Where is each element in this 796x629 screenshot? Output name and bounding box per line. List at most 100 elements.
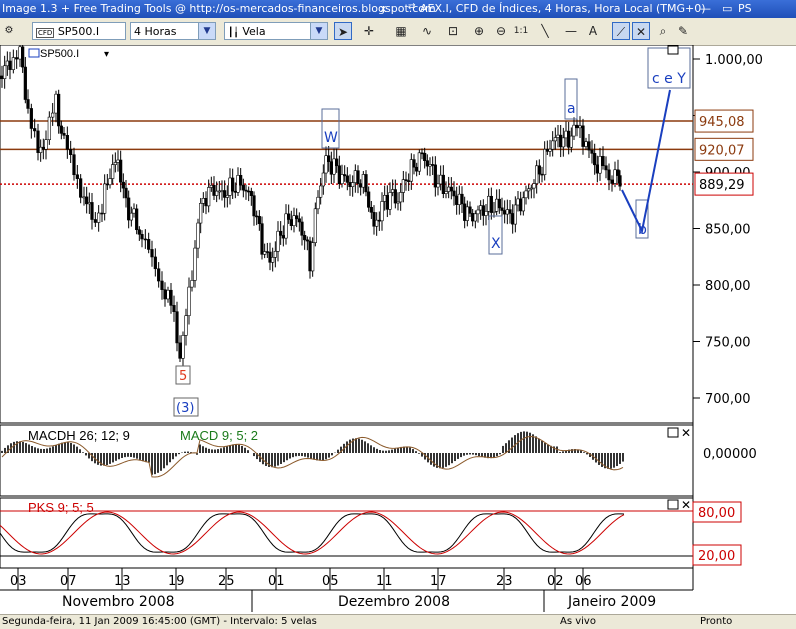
candle-body <box>90 202 94 220</box>
text-tool-icon[interactable]: A <box>584 22 602 40</box>
candle-body <box>263 251 267 255</box>
candle-body <box>276 230 280 252</box>
chart-type-value: Vela <box>242 25 266 38</box>
candle-body <box>69 148 73 155</box>
left-close-button[interactable]: x <box>380 2 387 15</box>
status-bar: Segunda-feira, 11 Jan 2009 16:45:00 (GMT… <box>0 614 796 629</box>
symbol-select[interactable]: CFD SP500.I <box>32 22 126 40</box>
candle-body <box>51 112 55 118</box>
candle-body <box>481 205 485 216</box>
candle-body <box>340 174 344 185</box>
chevron-down-icon: ▼ <box>310 23 327 39</box>
candle-body <box>409 159 413 182</box>
candle-body <box>163 289 167 300</box>
pks-panel[interactable] <box>0 497 694 569</box>
candle-body <box>516 198 520 206</box>
x-axis-months: Novembro 2008 Dezembro 2008 Janeiro 2009 <box>62 590 656 612</box>
candle-body <box>372 212 376 227</box>
brush-icon[interactable]: ✎ <box>674 22 692 40</box>
candle-body <box>297 218 301 223</box>
candle-body <box>11 57 15 70</box>
candle-body <box>484 210 488 216</box>
macd-close-icon[interactable]: ✕ <box>681 426 691 440</box>
candle-body <box>178 342 182 359</box>
candle-body <box>423 152 427 161</box>
timeframe-select[interactable]: 4 Horas ▼ <box>130 22 216 40</box>
search-icon[interactable]: ⌕ <box>654 22 672 40</box>
magnet-icon[interactable]: ✕ <box>632 22 650 40</box>
candle-body <box>303 235 307 241</box>
price-panel-maximize-icon[interactable] <box>667 45 679 55</box>
candle-body <box>62 133 66 136</box>
candle-body <box>492 210 496 213</box>
candle-body <box>225 195 229 198</box>
candle-body <box>540 173 544 176</box>
candle-body <box>457 193 461 205</box>
chevron-down-icon: ▼ <box>198 23 215 39</box>
candle-body <box>444 191 448 194</box>
price-panel[interactable] <box>0 45 694 424</box>
candle-body <box>537 165 541 175</box>
restore-button[interactable]: ▭ <box>722 2 732 15</box>
macd-maximize-icon[interactable] <box>667 427 679 438</box>
candle-body <box>36 130 40 153</box>
draw-line-icon[interactable]: ⟋ <box>612 22 630 40</box>
candle-body <box>369 207 373 213</box>
candle-body <box>204 198 208 207</box>
candle-body <box>111 164 115 179</box>
candle-body <box>383 195 387 202</box>
candle-body <box>313 208 317 243</box>
y-tick-label: 1.000,00 <box>705 53 763 68</box>
candle-body <box>147 239 151 250</box>
candle-body <box>449 186 453 192</box>
candle-body <box>505 209 509 215</box>
candle-body <box>268 251 272 263</box>
minimize-button[interactable]: — <box>700 2 711 15</box>
pks-close-icon[interactable]: ✕ <box>681 498 691 512</box>
candle-body <box>26 99 30 109</box>
grid-icon[interactable]: ▦ <box>392 22 410 40</box>
candle-body <box>399 192 403 203</box>
zoom-in-icon[interactable]: ⊕ <box>470 22 488 40</box>
y-tick-label: 750,00 <box>705 336 751 351</box>
ratio-button[interactable]: 1:1 <box>512 22 530 40</box>
candle-body <box>271 257 275 263</box>
candle-body <box>39 146 43 153</box>
macd-title: MACDH 26; 12; 9 <box>28 428 130 443</box>
indicator-icon[interactable]: ∿ <box>418 22 436 40</box>
candle-body <box>172 305 176 312</box>
candle-body <box>97 212 101 223</box>
candle-body <box>412 159 416 168</box>
chart-area[interactable]: 1.000,00950,00900,00850,00800,00750,0070… <box>0 45 796 614</box>
candle-body <box>431 164 435 166</box>
candle-body <box>471 213 475 222</box>
candle-body <box>190 280 194 288</box>
candle-body <box>476 209 480 215</box>
candle-body <box>595 164 599 174</box>
candle-body <box>255 215 259 218</box>
symbol-dropdown-icon[interactable]: ▾ <box>104 49 109 60</box>
candle-body <box>527 188 531 192</box>
pks-maximize-icon[interactable] <box>667 499 679 510</box>
candle-body <box>495 198 499 212</box>
gear-icon[interactable]: ⚙ <box>2 22 16 40</box>
candle-body <box>220 190 224 192</box>
candle-body <box>132 208 136 214</box>
trendline-icon[interactable]: ╲ <box>536 22 554 40</box>
candle-body <box>113 162 117 165</box>
zoom-box-icon[interactable]: ⊡ <box>444 22 462 40</box>
chart-type-select[interactable]: ┃╽ Vela ▼ <box>224 22 328 40</box>
x-day-label: 19 <box>168 574 185 589</box>
candle-body <box>217 190 221 193</box>
crosshair-icon[interactable]: ✛ <box>360 22 378 40</box>
candle-body <box>233 190 237 193</box>
candle-body <box>212 185 216 196</box>
candle-body <box>15 57 19 60</box>
candle-body <box>364 174 368 193</box>
horizontal-line-icon[interactable]: — <box>562 22 580 40</box>
candle-body <box>241 184 245 191</box>
candle-body <box>335 158 339 167</box>
candle-body <box>535 165 539 184</box>
zoom-out-icon[interactable]: ⊖ <box>492 22 510 40</box>
pointer-tool-icon[interactable]: ➤ <box>334 22 352 40</box>
